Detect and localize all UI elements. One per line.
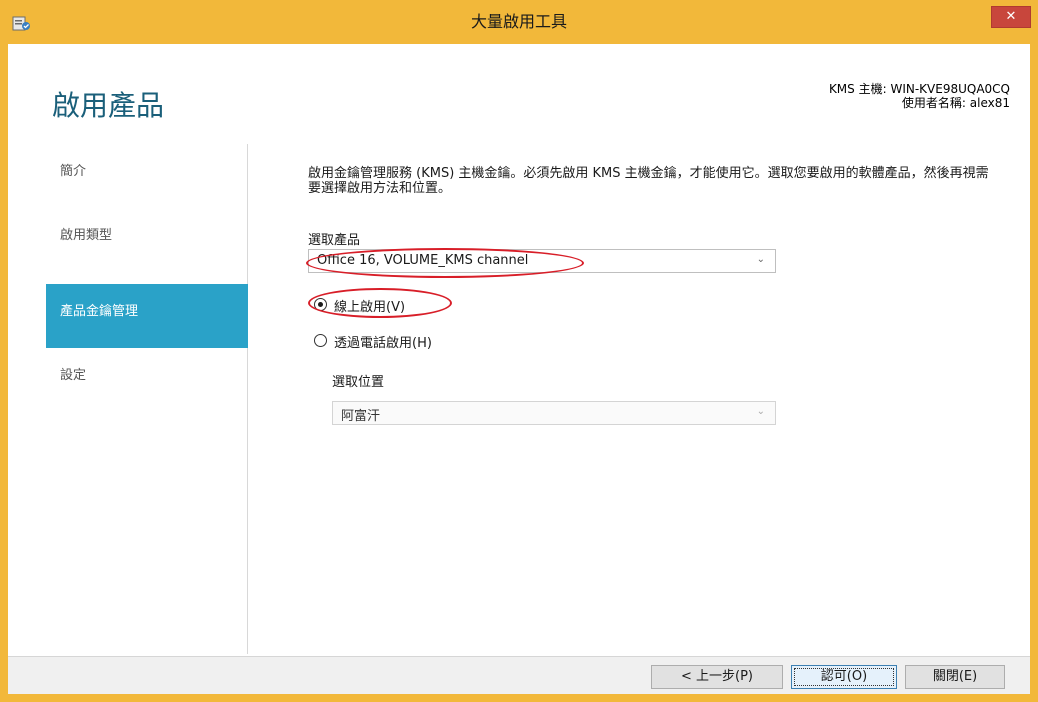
- sidebar-item-label: 產品金鑰管理: [60, 304, 139, 319]
- chevron-down-icon: ⌄: [756, 254, 765, 265]
- chevron-down-icon: ⌄: [756, 406, 765, 417]
- window-title: 大量啟用工具: [470, 12, 567, 31]
- location-label: 選取位置: [332, 375, 385, 390]
- location-select-value: 阿富汗: [341, 409, 381, 424]
- close-window-button[interactable]: ✕: [991, 6, 1031, 28]
- sidebar-item-product-key-management[interactable]: 產品金鑰管理: [46, 284, 248, 348]
- sidebar-item-label: 簡介: [60, 164, 87, 179]
- kms-host-info: KMS 主機: WIN-KVE98UQA0CQ: [828, 82, 1010, 96]
- back-button[interactable]: < 上一步(P): [651, 665, 783, 689]
- description-text: 啟用金鑰管理服務 (KMS) 主機金鑰。必須先啟用 KMS 主機金鑰，才能使用它…: [308, 166, 989, 196]
- client-area: 啟用產品 KMS 主機: WIN-KVE98UQA0CQ 使用者名稱: alex…: [8, 44, 1030, 694]
- sidebar: 簡介 啟用類型 產品金鑰管理 設定: [8, 144, 248, 654]
- annotation-ellipse-online: [308, 288, 452, 318]
- ok-button[interactable]: 認可(O): [791, 665, 897, 689]
- title-bar[interactable]: 大量啟用工具 ✕: [0, 0, 1038, 44]
- app-window: 大量啟用工具 ✕ 啟用產品 KMS 主機: WIN-KVE98UQA0CQ 使用…: [0, 0, 1038, 702]
- sidebar-item-label: 啟用類型: [60, 228, 113, 243]
- sidebar-item-intro[interactable]: 簡介: [46, 144, 248, 208]
- sidebar-item-label: 設定: [60, 368, 87, 383]
- radio-button-unselected[interactable]: [314, 334, 327, 347]
- back-button-label: < 上一步(P): [680, 669, 753, 684]
- sidebar-item-settings[interactable]: 設定: [46, 348, 248, 412]
- annotation-ellipse-product: [306, 248, 584, 278]
- close-icon: ✕: [1005, 9, 1017, 24]
- sidebar-item-activation-type[interactable]: 啟用類型: [46, 208, 248, 272]
- ok-button-label: 認可(O): [820, 669, 868, 684]
- ok-button-focus: 認可(O): [794, 668, 894, 686]
- location-select[interactable]: 阿富汗 ⌄: [332, 401, 776, 425]
- close-button[interactable]: 關閉(E): [905, 665, 1005, 689]
- username-info: 使用者名稱: alex81: [901, 96, 1010, 110]
- product-label: 選取產品: [308, 233, 361, 248]
- close-button-label: 關閉(E): [932, 669, 978, 684]
- radio-phone-activation[interactable]: 透過電話啟用(H): [314, 332, 494, 352]
- radio-phone-label: 透過電話啟用(H): [334, 336, 432, 351]
- page-title: 啟用產品: [52, 89, 165, 122]
- button-bar: < 上一步(P) 認可(O) 關閉(E): [8, 656, 1030, 694]
